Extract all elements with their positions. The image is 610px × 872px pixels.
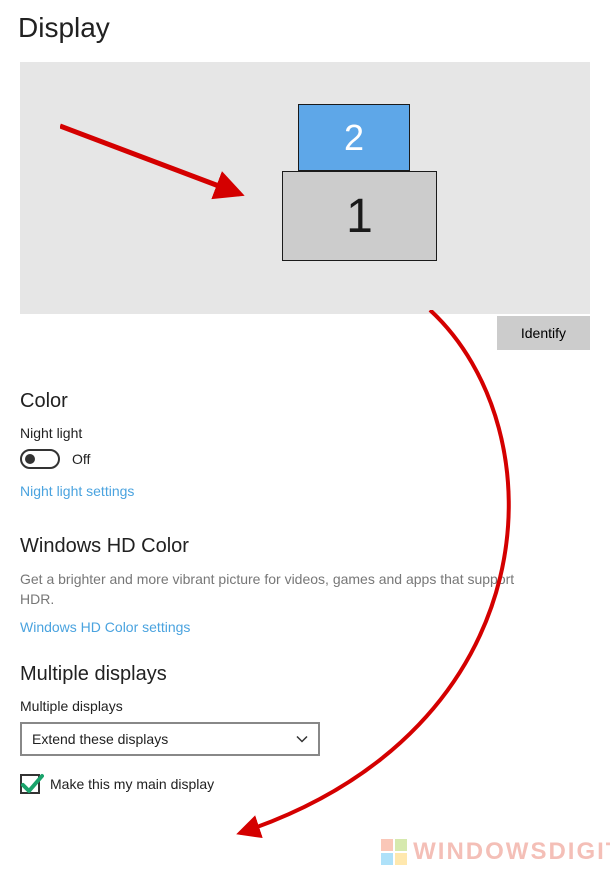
monitor-2[interactable]: 2 <box>298 104 410 171</box>
main-display-checkbox-label: Make this my main display <box>50 776 214 792</box>
page-title: Display <box>18 12 590 44</box>
windows-logo-icon <box>381 839 407 865</box>
hd-color-heading: Windows HD Color <box>20 535 590 558</box>
night-light-settings-link[interactable]: Night light settings <box>20 483 590 499</box>
watermark: WINDOWSDIGITA <box>381 838 610 866</box>
multiple-displays-sublabel: Multiple displays <box>20 698 590 714</box>
watermark-text: WINDOWSDIGITA <box>413 838 610 866</box>
main-display-checkbox[interactable] <box>20 774 40 794</box>
checkmark-icon <box>20 772 44 796</box>
toggle-knob <box>25 454 35 464</box>
hd-color-settings-link[interactable]: Windows HD Color settings <box>20 619 590 635</box>
hd-color-description: Get a brighter and more vibrant picture … <box>20 570 540 609</box>
monitor-1[interactable]: 1 <box>282 171 437 261</box>
monitor-1-label: 1 <box>346 189 373 244</box>
color-heading: Color <box>20 390 590 413</box>
display-arrangement-area[interactable]: 2 1 <box>20 62 590 314</box>
night-light-label: Night light <box>20 425 590 441</box>
chevron-down-icon <box>296 733 308 745</box>
dropdown-selected-value: Extend these displays <box>32 731 168 747</box>
multiple-displays-dropdown[interactable]: Extend these displays <box>20 722 320 756</box>
monitor-2-label: 2 <box>344 117 364 159</box>
night-light-state: Off <box>72 451 90 467</box>
identify-button[interactable]: Identify <box>497 316 590 350</box>
multiple-displays-heading: Multiple displays <box>20 663 590 686</box>
night-light-toggle[interactable] <box>20 449 60 469</box>
annotation-arrow-1 <box>60 122 260 222</box>
